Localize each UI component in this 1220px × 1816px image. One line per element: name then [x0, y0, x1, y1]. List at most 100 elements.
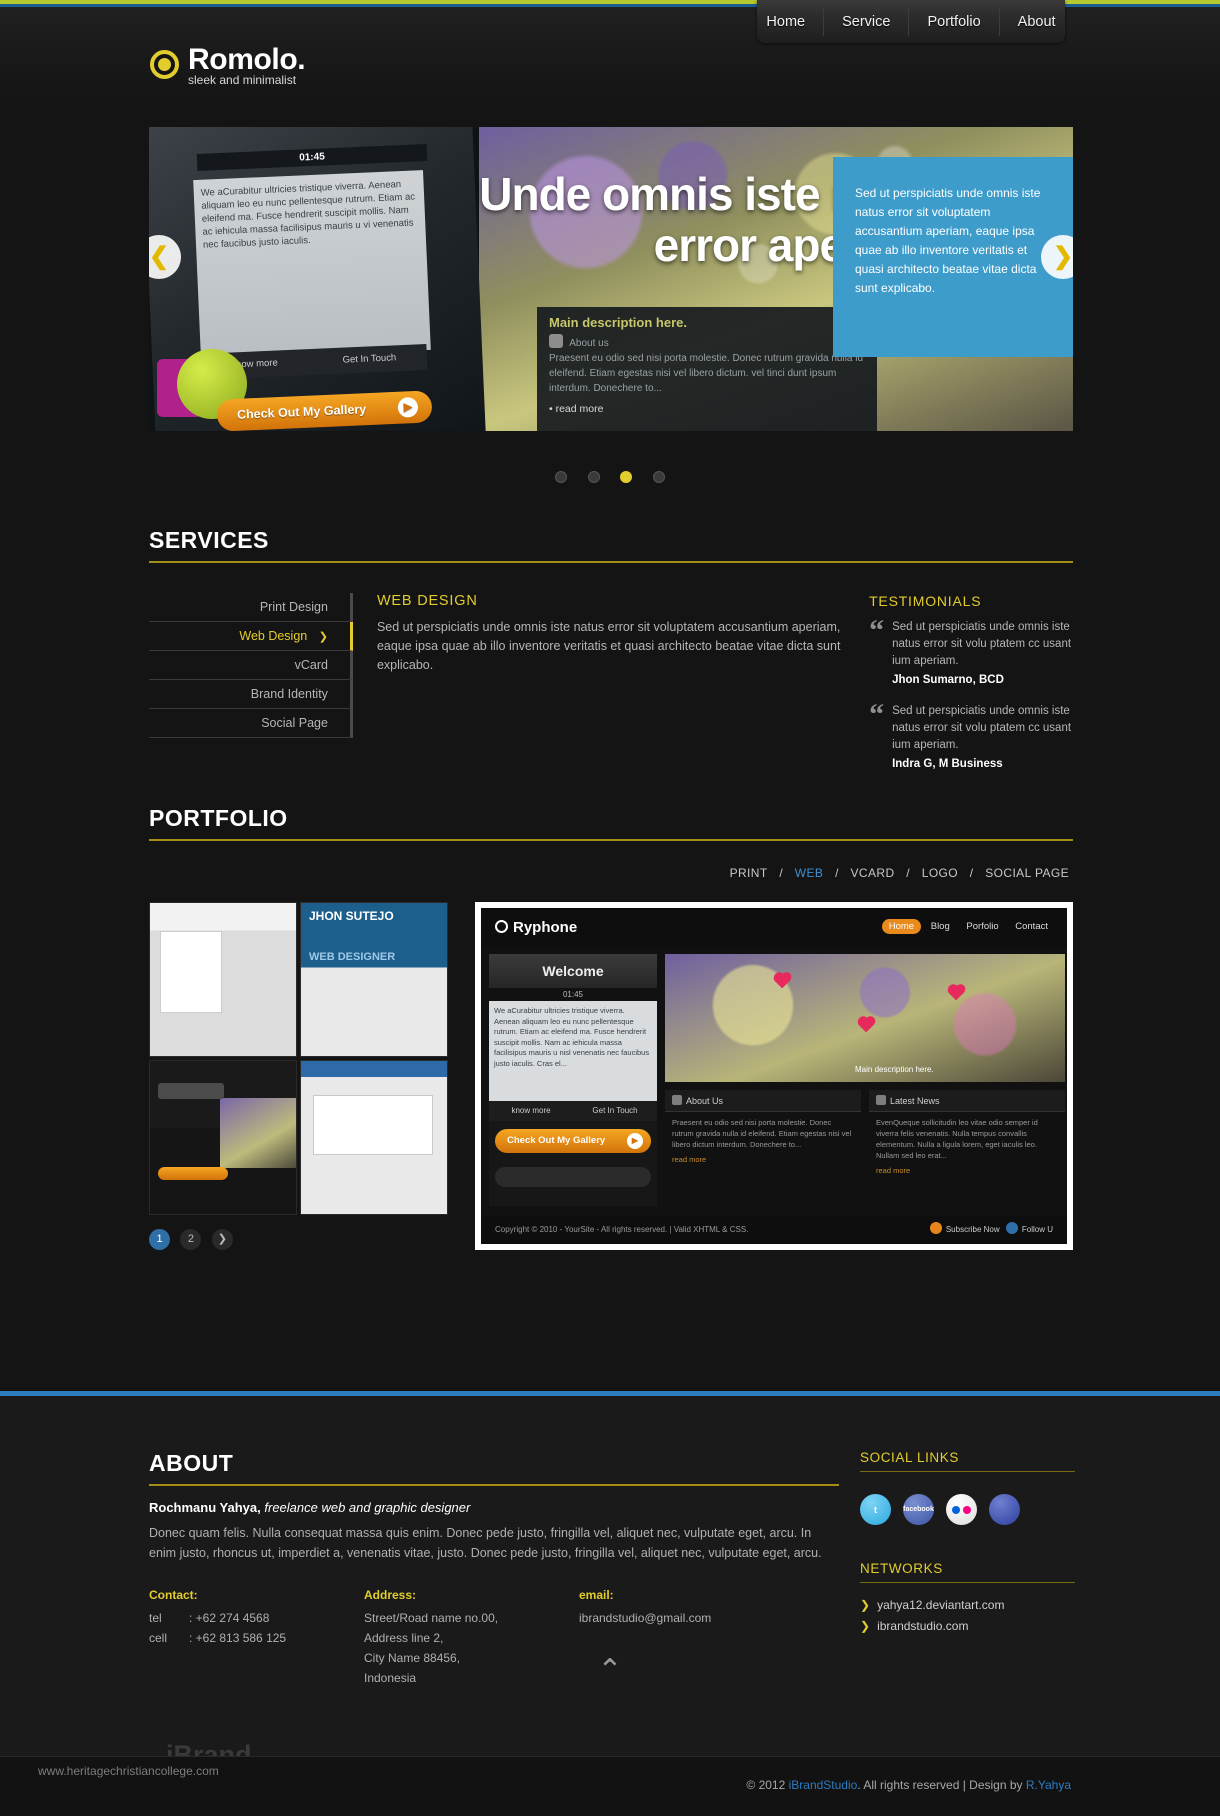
logo-tagline: sleek and minimalist — [188, 73, 297, 87]
thumb-caption: JHON SUTEJO — [309, 909, 394, 923]
preview-screen-text: We aCurabitur ultricies tristique viverr… — [489, 1001, 657, 1101]
portfolio-thumb[interactable]: JHON SUTEJO WEB DESIGNER — [300, 902, 448, 1057]
slide-get-in-touch: Get In Touch — [342, 352, 397, 366]
testimonials-block: TESTIMONIALS “ Sed ut perspiciatis unde … — [869, 593, 1073, 787]
about-person-name: Rochmanu Yahya, — [149, 1500, 261, 1515]
person-icon — [549, 334, 563, 348]
copyright-brand-link[interactable]: iBrandStudio — [789, 1778, 858, 1792]
about-title: ABOUT — [149, 1450, 839, 1486]
pager-page-2[interactable]: 2 — [180, 1229, 202, 1250]
slider-dot-3[interactable] — [620, 471, 633, 483]
myspace-icon[interactable] — [989, 1494, 1020, 1525]
nav-item-portfolio[interactable]: Portfolio — [909, 7, 1000, 36]
slider-dot-2[interactable] — [587, 471, 600, 483]
network-item[interactable]: ❯ yahya12.deviantart.com — [860, 1595, 1075, 1616]
service-item-social-page[interactable]: Social Page — [149, 709, 353, 738]
preview-banner: Main description here. — [665, 954, 1065, 1082]
portfolio-thumb[interactable] — [149, 1060, 297, 1215]
heart-icon — [859, 1017, 874, 1033]
preview-nav-porfolio: Porfolio — [966, 921, 999, 932]
preview-brand: Ryphone — [495, 919, 577, 936]
quote-icon: “ — [869, 698, 885, 731]
preview-follow: Follow U — [1021, 1225, 1053, 1234]
filter-print[interactable]: PRINT — [726, 866, 772, 880]
portfolio-pager[interactable]: 1 2 ❯ — [149, 1229, 451, 1250]
preview-banner-caption: Main description here. — [855, 1065, 934, 1074]
page-root: Romolo. sleek and minimalist Home Servic… — [0, 0, 1220, 1816]
preview-nav-contact: Contact — [1015, 921, 1048, 932]
address-line: City Name 88456, — [364, 1651, 461, 1665]
heart-icon — [949, 985, 964, 1001]
service-detail-title: WEB DESIGN — [376, 593, 478, 609]
nav-item-home[interactable]: Home — [748, 7, 825, 36]
services-title: SERVICES — [149, 527, 1073, 563]
address-line: Indonesia — [364, 1671, 417, 1685]
slide-gallery-cta-label: Check Out My Gallery — [236, 402, 367, 422]
social-links[interactable]: t facebook — [860, 1494, 1075, 1525]
preview-footer-copy: Copyright © 2010 - YourSite - All rights… — [495, 1225, 749, 1234]
address-block: Address: Street/Road name no.00, Address… — [364, 1585, 579, 1688]
hero-slider[interactable]: 01:45 We aCurabitur ultricies tristique … — [149, 127, 1073, 431]
portfolio-thumbnail-grid[interactable]: JHON SUTEJO WEB DESIGNER — [149, 902, 451, 1215]
address-line: Address line 2, — [364, 1631, 444, 1645]
preview-left-column: Welcome 01:45 We aCurabitur ultricies tr… — [489, 954, 657, 1206]
filter-web[interactable]: WEB — [791, 866, 828, 880]
testimonial-author: Jhon Sumarno, BCD — [892, 674, 1004, 686]
chevron-right-icon: ❯ — [318, 631, 328, 643]
nav-item-about[interactable]: About — [1000, 8, 1074, 36]
chevron-right-icon: ❯ — [860, 1619, 871, 1633]
network-item[interactable]: ❯ ibrandstudio.com — [860, 1616, 1075, 1637]
service-item-web-design[interactable]: Web Design ❯ — [149, 622, 353, 651]
preview-nav: Home Blog Porfolio Contact — [881, 919, 1055, 934]
service-detail-text: Sed ut perspiciatis unde omnis iste natu… — [376, 620, 841, 672]
heart-icon — [775, 973, 790, 989]
pager-page-1[interactable]: 1 — [149, 1229, 170, 1250]
testimonial-author: Indra G, M Business — [892, 758, 1003, 770]
back-to-top-icon[interactable]: ⌃ — [582, 1656, 638, 1686]
play-icon: ▶ — [397, 396, 419, 418]
slider-dot-1[interactable] — [555, 471, 568, 483]
address-heading: Address: — [364, 1588, 417, 1602]
flickr-icon[interactable] — [946, 1494, 977, 1525]
service-item-print-design[interactable]: Print Design — [149, 593, 353, 622]
portfolio-preview[interactable]: Ryphone Home Blog Porfolio Contact Welco… — [475, 902, 1073, 1250]
preview-read-more: read more — [672, 1155, 707, 1164]
facebook-icon[interactable]: facebook — [903, 1494, 934, 1525]
filter-sep: / — [906, 866, 911, 880]
logo[interactable]: Romolo. sleek and minimalist — [150, 43, 306, 87]
portfolio-filters[interactable]: PRINT / WEB / VCARD / LOGO / SOCIAL PAGE — [149, 866, 1073, 880]
logo-title: Romolo. — [188, 43, 306, 76]
page-watermark: www.heritagechristiancollege.com — [38, 1764, 219, 1778]
service-item-brand-identity[interactable]: Brand Identity — [149, 680, 353, 709]
preview-welcome: Welcome — [489, 954, 657, 988]
copyright-author-link[interactable]: R.Yahya — [1026, 1778, 1071, 1792]
portfolio-thumb[interactable] — [300, 1060, 448, 1215]
preview-about-text: Praesent eu odio sed nisi porta molestie… — [672, 1118, 852, 1149]
about-paragraph: Donec quam felis. Nulla consequat massa … — [149, 1526, 822, 1560]
pager-next-icon[interactable]: ❯ — [211, 1229, 233, 1250]
filter-social-page[interactable]: SOCIAL PAGE — [981, 866, 1073, 880]
twitter-icon[interactable]: t — [860, 1494, 891, 1525]
footer-right-column: SOCIAL LINKS t facebook NETWORKS ❯ yahya1… — [860, 1450, 1075, 1637]
filter-logo[interactable]: LOGO — [918, 866, 962, 880]
portfolio-thumb[interactable] — [149, 902, 297, 1057]
filter-sep: / — [969, 866, 974, 880]
email-value[interactable]: ibrandstudio@gmail.com — [579, 1608, 794, 1628]
networks-list[interactable]: ❯ yahya12.deviantart.com ❯ ibrandstudio.co… — [860, 1595, 1075, 1637]
preview-news-text: EvenQueque sollicitudin leo vitae odio s… — [876, 1118, 1038, 1160]
filter-sep: / — [779, 866, 784, 880]
slide-read-more[interactable]: • read more — [549, 402, 865, 417]
slide-mid-about: About us — [549, 334, 865, 351]
slider-pagination[interactable] — [0, 470, 1220, 488]
services-list[interactable]: Print Design Web Design ❯ vCard Brand Id… — [149, 593, 353, 787]
testimonial-item: “ Sed ut perspiciatis unde omnis iste na… — [869, 698, 1073, 773]
slider-dot-4[interactable] — [652, 471, 665, 483]
service-item-vcard[interactable]: vCard — [149, 651, 353, 680]
preview-read-more: read more — [876, 1166, 911, 1175]
nav-item-service[interactable]: Service — [824, 7, 910, 36]
contact-cell: cell: +62 813 586 125 — [149, 1631, 287, 1645]
main-navigation[interactable]: Home Service Portfolio About — [757, 0, 1065, 43]
testimonial-item: “ Sed ut perspiciatis unde omnis iste na… — [869, 616, 1073, 689]
preview-btn-know-more: know more — [511, 1106, 551, 1115]
filter-vcard[interactable]: VCARD — [847, 866, 899, 880]
